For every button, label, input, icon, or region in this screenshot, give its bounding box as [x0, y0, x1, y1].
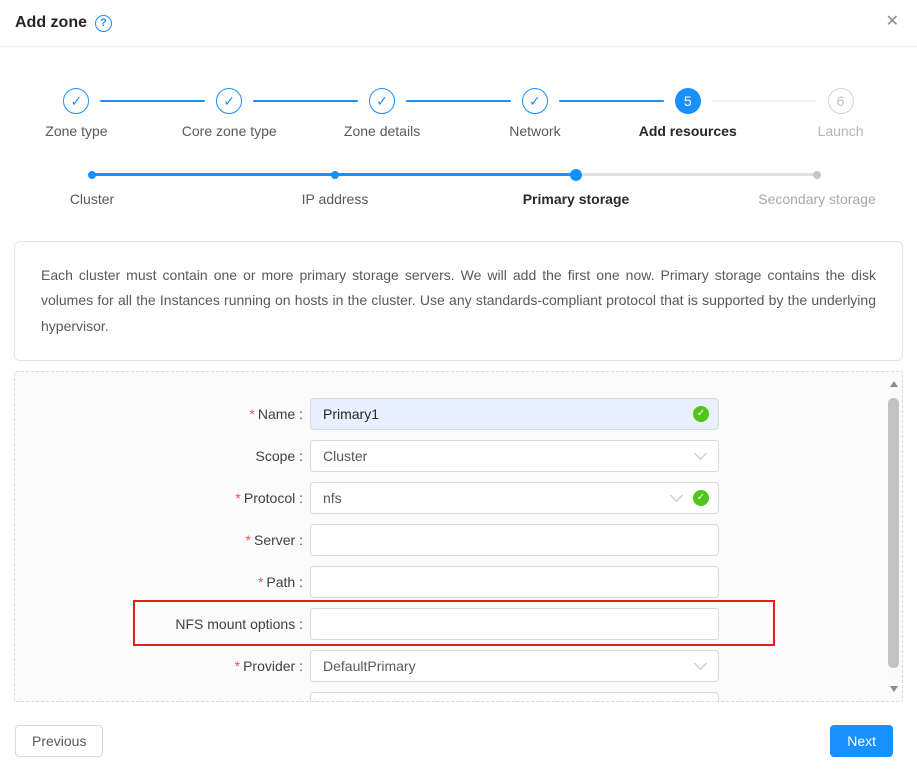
substep-dot-ip-address — [331, 171, 339, 179]
help-icon[interactable]: ? — [95, 15, 112, 32]
nfs-mount-options-control — [310, 608, 719, 640]
path-input[interactable] — [310, 566, 719, 598]
field-label: *Protocol : — [15, 490, 310, 506]
scope-value: Cluster — [323, 448, 367, 464]
provider-value: DefaultPrimary — [323, 658, 416, 674]
step-completed-circle: ✓ — [216, 88, 242, 114]
required-marker: * — [249, 406, 254, 422]
step-zone-details: ✓ Zone details — [306, 88, 459, 139]
substep-dot-primary-storage — [570, 169, 582, 181]
form-row-nfs-mount-options: NFS mount options : — [15, 608, 902, 640]
form-row-path: *Path : — [15, 566, 902, 598]
field-label: *Provider : — [15, 658, 310, 674]
substep-label-primary-storage: Primary storage — [523, 191, 630, 207]
dialog-title: Add zone — [15, 14, 87, 32]
substep-dot-cluster — [88, 171, 96, 179]
protocol-value: nfs — [323, 490, 342, 506]
step-number: 6 — [837, 93, 845, 109]
scroll-up-icon[interactable] — [890, 381, 898, 387]
step-completed-circle: ✓ — [369, 88, 395, 114]
nfs-mount-options-input[interactable] — [310, 608, 719, 640]
name-control: ✓ — [310, 398, 719, 430]
form-row-scope: Scope : Cluster — [15, 440, 902, 472]
primary-storage-form: *Name : ✓ Scope : Cluster — [14, 371, 903, 702]
substep-label-secondary-storage: Secondary storage — [758, 191, 876, 207]
step-number: 5 — [684, 93, 692, 109]
substep-remaining-line — [576, 173, 817, 176]
form-row-name: *Name : ✓ — [15, 398, 902, 430]
add-zone-dialog: Add zone ? ✕ ✓ Zone type ✓ Core zone typ… — [0, 0, 917, 777]
step-label: Network — [458, 123, 611, 139]
form-row-protocol: *Protocol : nfs ✓ — [15, 482, 902, 514]
scroll-down-icon[interactable] — [890, 686, 898, 692]
scrollbar-thumb[interactable] — [888, 398, 899, 668]
storage-tags-input[interactable] — [310, 692, 719, 702]
form-row-provider: *Provider : DefaultPrimary — [15, 650, 902, 682]
step-completed-circle: ✓ — [63, 88, 89, 114]
close-icon[interactable]: ✕ — [886, 11, 899, 31]
next-button[interactable]: Next — [830, 725, 893, 757]
required-marker: * — [258, 574, 263, 590]
step-add-resources: 5 Add resources — [611, 88, 764, 139]
step-completed-circle: ✓ — [522, 88, 548, 114]
protocol-select[interactable]: nfs — [310, 482, 719, 514]
scope-select[interactable]: Cluster — [310, 440, 719, 472]
step-upcoming-circle: 6 — [828, 88, 854, 114]
previous-button[interactable]: Previous — [15, 725, 103, 757]
step-label: Launch — [764, 123, 917, 139]
required-marker: * — [235, 490, 240, 506]
field-label: Storage tags : — [15, 700, 310, 702]
form-row-server: *Server : — [15, 524, 902, 556]
check-icon: ✓ — [71, 93, 83, 110]
storage-tags-control — [310, 692, 719, 702]
server-input[interactable] — [310, 524, 719, 556]
server-control — [310, 524, 719, 556]
step-core-zone-type: ✓ Core zone type — [153, 88, 306, 139]
protocol-control: nfs ✓ — [310, 482, 719, 514]
dialog-footer: Previous Next — [0, 725, 917, 757]
field-label: Scope : — [15, 448, 310, 464]
required-marker: * — [246, 532, 251, 548]
provider-control: DefaultPrimary — [310, 650, 719, 682]
dialog-header: Add zone ? ✕ — [0, 0, 917, 47]
step-current-circle: 5 — [675, 88, 701, 114]
step-zone-type: ✓ Zone type — [0, 88, 153, 139]
resource-substeps: Cluster IP address Primary storage Secon… — [0, 167, 917, 213]
step-network: ✓ Network — [458, 88, 611, 139]
form-row-storage-tags: Storage tags : — [15, 692, 902, 702]
wizard-steps: ✓ Zone type ✓ Core zone type ✓ Zone deta… — [0, 88, 917, 139]
field-label: NFS mount options : — [15, 616, 310, 632]
field-label: *Path : — [15, 574, 310, 590]
info-box: Each cluster must contain one or more pr… — [14, 241, 903, 361]
step-label: Core zone type — [153, 123, 306, 139]
check-icon: ✓ — [376, 93, 388, 110]
scope-control: Cluster — [310, 440, 719, 472]
required-marker: * — [235, 658, 240, 674]
substep-dot-secondary-storage — [813, 171, 821, 179]
step-label: Zone type — [0, 123, 153, 139]
step-label: Zone details — [306, 123, 459, 139]
field-label: *Name : — [15, 406, 310, 422]
step-launch: 6 Launch — [764, 88, 917, 139]
substep-label-cluster: Cluster — [70, 191, 114, 207]
scrollbar[interactable] — [886, 373, 901, 700]
form-rows: *Name : ✓ Scope : Cluster — [15, 372, 902, 702]
check-icon: ✓ — [529, 93, 541, 110]
step-label: Add resources — [611, 123, 764, 139]
info-text: Each cluster must contain one or more pr… — [41, 267, 876, 334]
substep-label-ip-address: IP address — [302, 191, 369, 207]
path-control — [310, 566, 719, 598]
provider-select[interactable]: DefaultPrimary — [310, 650, 719, 682]
field-label: *Server : — [15, 532, 310, 548]
name-input[interactable] — [310, 398, 719, 430]
check-icon: ✓ — [223, 93, 235, 110]
